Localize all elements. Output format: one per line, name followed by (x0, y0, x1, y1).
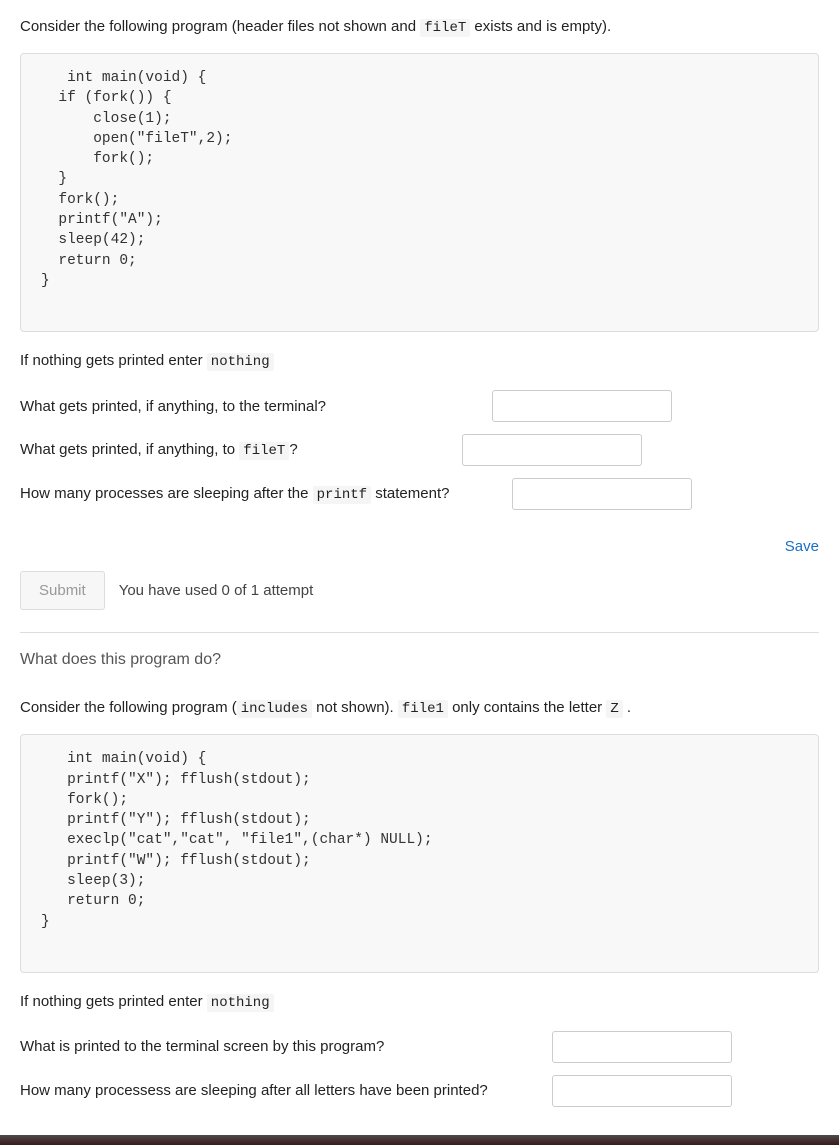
q1-question1-input[interactable] (492, 390, 672, 422)
q1-question3-suffix: statement? (371, 485, 449, 502)
q2-intro-p1: Consider the following program ( (20, 699, 237, 716)
q2-hint-prefix: If nothing gets printed enter (20, 993, 207, 1010)
save-link[interactable]: Save (785, 538, 819, 555)
q2-intro-code2: file1 (398, 700, 448, 718)
q2-intro-p2: not shown). (312, 699, 398, 716)
q1-question3-row: How many processes are sleeping after th… (20, 478, 819, 510)
q1-question1-row: What gets printed, if anything, to the t… (20, 390, 819, 422)
q2-intro: Consider the following program (includes… (20, 697, 819, 720)
q1-hint-prefix: If nothing gets printed enter (20, 352, 207, 369)
q1-question2-row: What gets printed, if anything, to fileT… (20, 434, 819, 466)
q1-question2-prefix: What gets printed, if anything, to (20, 441, 239, 458)
q2-intro-code3: Z (606, 700, 622, 718)
q1-intro-code: fileT (420, 19, 470, 37)
section2-heading: What does this program do? (20, 651, 819, 669)
q2-intro-code1: includes (237, 700, 312, 718)
q1-question3-label: How many processes are sleeping after th… (20, 485, 480, 503)
submit-row: Submit You have used 0 of 1 attempt (20, 571, 819, 610)
q2-question2-label: How many processess are sleeping after a… (20, 1082, 540, 1099)
q2-code-block: int main(void) { printf("X"); fflush(std… (20, 734, 819, 973)
q1-question3-input[interactable] (512, 478, 692, 510)
bottom-strip (0, 1135, 839, 1145)
q2-question1-input[interactable] (552, 1031, 732, 1063)
q2-question2-row: How many processess are sleeping after a… (20, 1075, 819, 1107)
save-row: Save (20, 538, 819, 555)
q1-intro-suffix: exists and is empty). (470, 18, 611, 35)
attempt-text: You have used 0 of 1 attempt (119, 582, 314, 599)
q2-question1-row: What is printed to the terminal screen b… (20, 1031, 819, 1063)
q1-question2-label: What gets printed, if anything, to fileT… (20, 441, 480, 459)
q1-question2-code: fileT (239, 442, 289, 460)
q2-question1-label: What is printed to the terminal screen b… (20, 1038, 540, 1055)
q2-intro-p3: only contains the letter (448, 699, 606, 716)
q1-question3-prefix: How many processes are sleeping after th… (20, 485, 313, 502)
q1-question3-code: printf (313, 486, 371, 504)
q2-hint-code: nothing (207, 994, 274, 1012)
q2-question2-input[interactable] (552, 1075, 732, 1107)
divider (20, 632, 819, 633)
q1-hint: If nothing gets printed enter nothing (20, 352, 819, 370)
q1-question2-input[interactable] (462, 434, 642, 466)
q2-hint: If nothing gets printed enter nothing (20, 993, 819, 1011)
q1-question2-suffix: ? (289, 441, 297, 458)
submit-button[interactable]: Submit (20, 571, 105, 610)
q1-hint-code: nothing (207, 353, 274, 371)
q1-question1-label: What gets printed, if anything, to the t… (20, 398, 480, 415)
q1-code-block: int main(void) { if (fork()) { close(1);… (20, 53, 819, 332)
q2-intro-p4: . (623, 699, 631, 716)
q1-intro-prefix: Consider the following program (header f… (20, 18, 420, 35)
q1-intro: Consider the following program (header f… (20, 16, 819, 39)
